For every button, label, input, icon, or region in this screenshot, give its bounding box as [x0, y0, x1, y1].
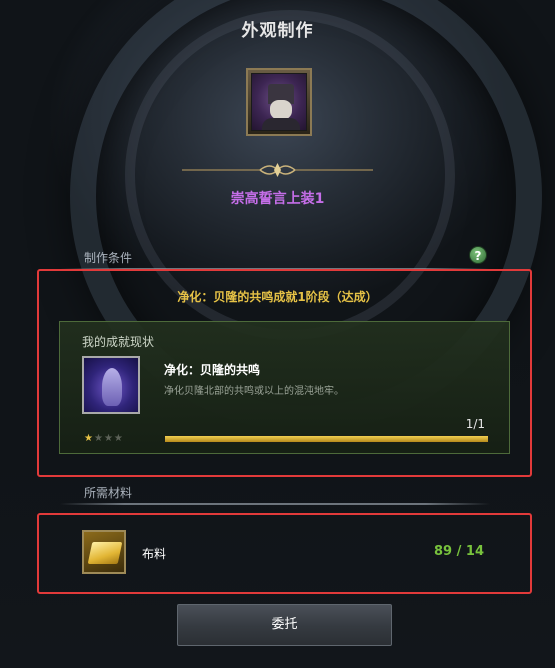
achievement-panel: 我的成就现状 净化：贝隆的共鸣 净化贝隆北部的共鸣或以上的混沌地牢。 ★★★★ … — [59, 321, 510, 454]
window-title: 外观制作 — [241, 21, 314, 41]
achievement-panel-title: 我的成就现状 — [82, 335, 155, 349]
achievement-progress-count: 1/1 — [465, 417, 485, 431]
commission-button[interactable]: 委托 — [177, 604, 392, 646]
item-name: 崇高誓言上装1 — [230, 191, 325, 207]
section-label-conditions: 制作条件 — [84, 251, 133, 265]
star-icon: ★ — [93, 433, 104, 444]
material-name: 布料 — [142, 547, 167, 561]
section-label-materials: 所需材料 — [84, 486, 133, 500]
achievement-progress-bar — [164, 435, 489, 443]
material-count: 89 / 14 — [434, 544, 484, 559]
gold-divider-ornament — [182, 163, 373, 177]
achievement-name: 净化：贝隆的共鸣 — [164, 363, 261, 377]
achievement-progress-fill — [165, 436, 488, 442]
item-preview-slot[interactable] — [246, 68, 312, 136]
achievement-icon — [82, 356, 140, 414]
requirement-text: 净化：贝隆的共鸣成就1阶段（达成） — [177, 290, 378, 304]
material-row: 布料 89 / 14 — [38, 513, 510, 594]
star-icon: ★ — [113, 433, 124, 444]
help-icon[interactable]: ? — [469, 246, 487, 264]
outfit-item-icon — [251, 73, 307, 131]
section-divider — [60, 503, 490, 505]
star-icon: ★ — [103, 433, 114, 444]
cloth-icon[interactable] — [82, 530, 126, 574]
achievement-star-rating: ★★★★ — [84, 433, 124, 444]
achievement-description: 净化贝隆北部的共鸣或以上的混沌地牢。 — [164, 386, 344, 397]
star-icon: ★ — [84, 433, 94, 444]
